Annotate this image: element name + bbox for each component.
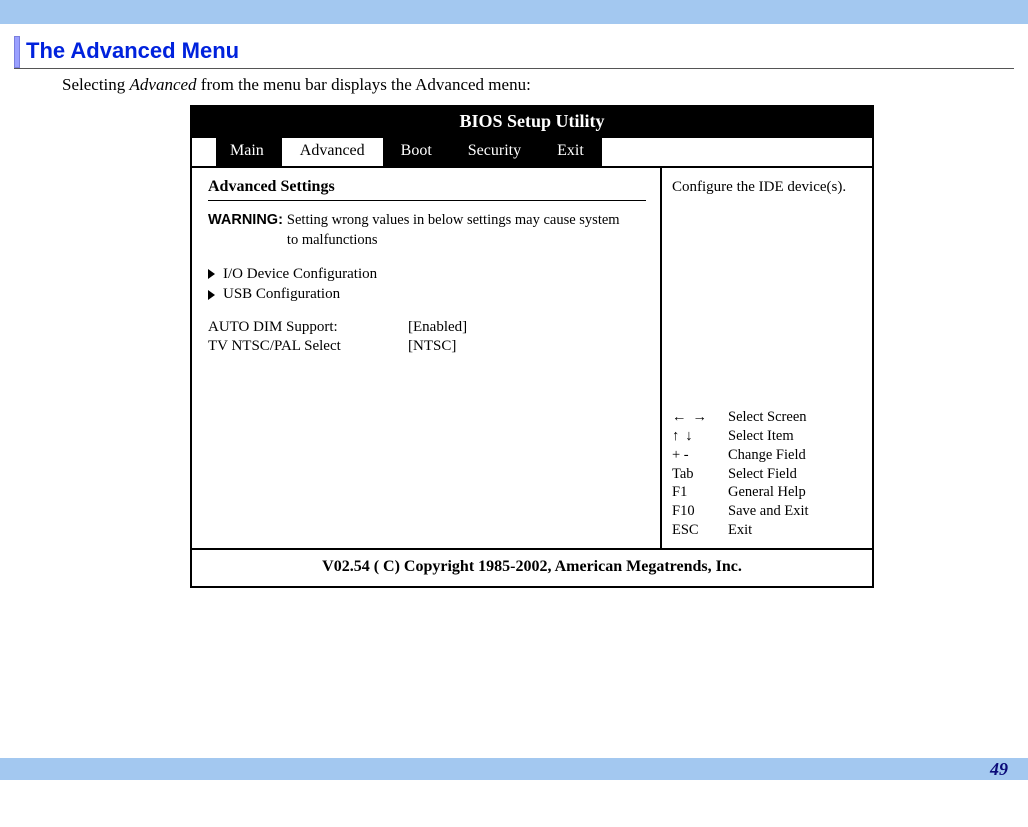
divider (208, 200, 646, 201)
bios-body: Advanced Settings WARNING: Setting wrong… (192, 168, 872, 548)
key-legend: ← → Select Screen ↑ ↓ Select Item + - Ch… (672, 408, 862, 540)
legend-row: Tab Select Field (672, 465, 862, 484)
intro-italic: Advanced (130, 75, 197, 94)
legend-key-arrows-ud: ↑ ↓ (672, 427, 728, 446)
setting-tv-ntsc-pal-label: TV NTSC/PAL Select (208, 338, 408, 355)
page-content: The Advanced Menu Selecting Advanced fro… (0, 24, 1028, 588)
heading-accent-bar (14, 36, 20, 68)
setting-auto-dim-value[interactable]: [Enabled] (408, 319, 548, 336)
legend-key-plusminus: + - (672, 446, 728, 465)
submenu-label: I/O Device Configuration (223, 264, 377, 284)
legend-row: F1 General Help (672, 483, 862, 502)
intro-text: Selecting Advanced from the menu bar dis… (62, 75, 1014, 95)
menu-spacer (192, 138, 216, 166)
legend-row: F10 Save and Exit (672, 502, 862, 521)
legend-desc: Select Field (728, 465, 862, 484)
submenu-io-device[interactable]: I/O Device Configuration (208, 264, 646, 284)
help-text: Configure the IDE device(s). (672, 178, 862, 198)
warning-text: Setting wrong values in below settings m… (287, 211, 627, 250)
submenu-usb-config[interactable]: USB Configuration (208, 284, 646, 304)
intro-pre: Selecting (62, 75, 130, 94)
legend-desc: Change Field (728, 446, 862, 465)
bottom-band: 49 (0, 758, 1028, 780)
legend-row: + - Change Field (672, 446, 862, 465)
page-number: 49 (990, 759, 1008, 780)
legend-key-arrows-lr: ← → (672, 408, 728, 427)
legend-key-f10: F10 (672, 502, 728, 521)
legend-key-esc: ESC (672, 521, 728, 540)
bios-right-pane: Configure the IDE device(s). ← → Select … (662, 168, 872, 548)
tab-main[interactable]: Main (216, 138, 282, 166)
tab-exit[interactable]: Exit (539, 138, 602, 166)
legend-key-f1: F1 (672, 483, 728, 502)
bios-left-pane: Advanced Settings WARNING: Setting wrong… (192, 168, 662, 548)
advanced-settings-title: Advanced Settings (208, 178, 646, 196)
warning-row: WARNING: Setting wrong values in below s… (208, 211, 646, 250)
legend-row: ↑ ↓ Select Item (672, 427, 862, 446)
bios-title-bar: BIOS Setup Utility (192, 107, 872, 138)
legend-desc: General Help (728, 483, 862, 502)
tab-advanced[interactable]: Advanced (282, 138, 383, 166)
legend-desc: Exit (728, 521, 862, 540)
intro-post: from the menu bar displays the Advanced … (197, 75, 531, 94)
legend-desc: Select Screen (728, 408, 862, 427)
bios-window: BIOS Setup Utility Main Advanced Boot Se… (190, 105, 874, 588)
triangle-right-icon (208, 290, 215, 300)
submenu-label: USB Configuration (223, 284, 340, 304)
triangle-right-icon (208, 269, 215, 279)
legend-desc: Save and Exit (728, 502, 862, 521)
top-band (0, 0, 1028, 24)
tab-boot[interactable]: Boot (383, 138, 450, 166)
settings-grid: AUTO DIM Support: [Enabled] TV NTSC/PAL … (208, 319, 646, 355)
bios-footer: V02.54 ( C) Copyright 1985-2002, America… (192, 548, 872, 586)
legend-key-tab: Tab (672, 465, 728, 484)
bios-menu-bar: Main Advanced Boot Security Exit (192, 138, 872, 168)
legend-row: ← → Select Screen (672, 408, 862, 427)
warning-label: WARNING: (208, 211, 283, 231)
section-heading-row: The Advanced Menu (14, 36, 1014, 69)
menu-bar-inner: Main Advanced Boot Security Exit (216, 138, 602, 166)
legend-desc: Select Item (728, 427, 862, 446)
setting-auto-dim-label: AUTO DIM Support: (208, 319, 408, 336)
legend-row: ESC Exit (672, 521, 862, 540)
tab-security[interactable]: Security (450, 138, 539, 166)
setting-tv-ntsc-pal-value[interactable]: [NTSC] (408, 338, 548, 355)
section-heading: The Advanced Menu (26, 36, 239, 68)
